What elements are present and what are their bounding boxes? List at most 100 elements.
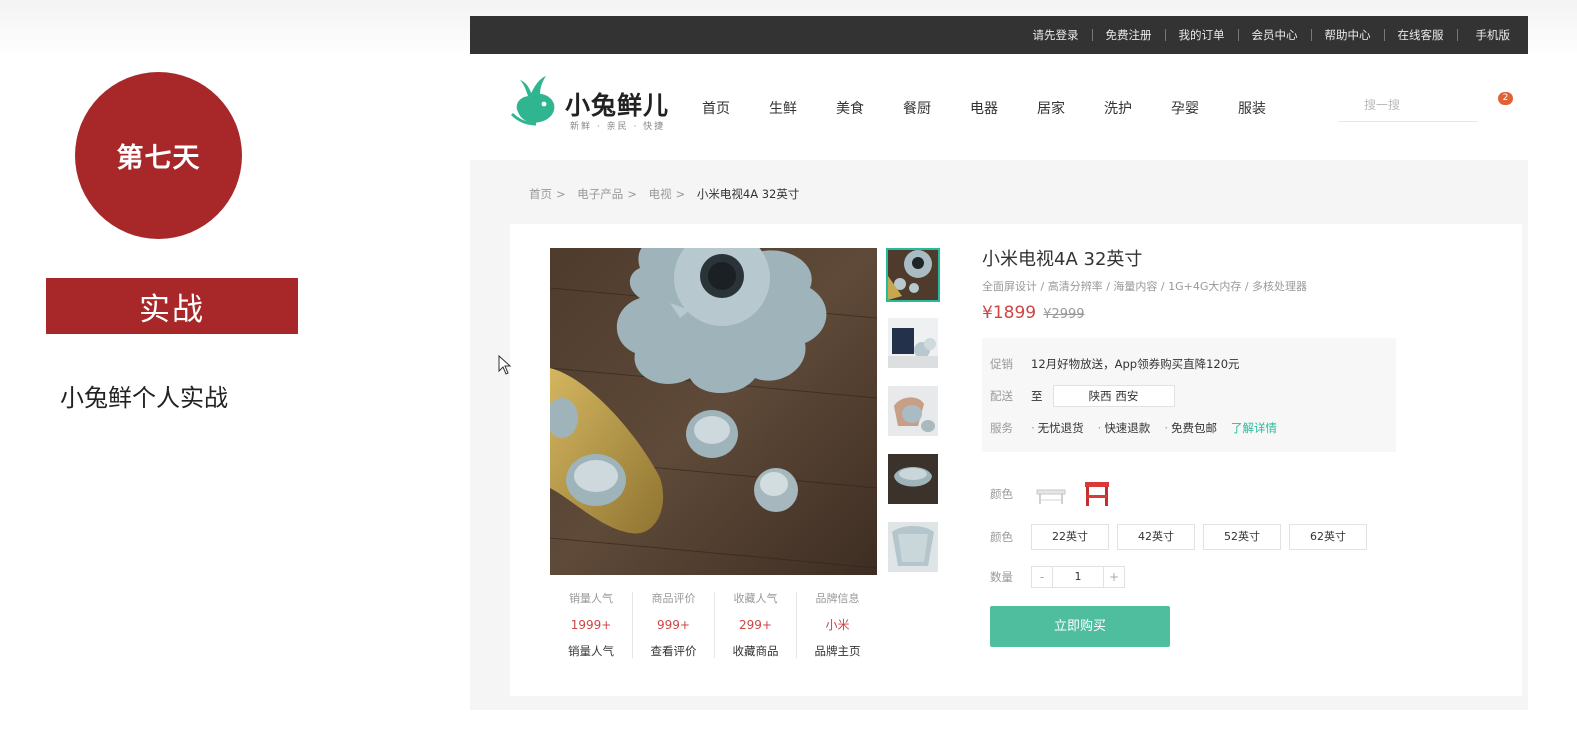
stat-label: 商品评价 [651, 592, 696, 605]
stat-favorites: 收藏人气 299+ 收藏商品 [714, 592, 796, 658]
quantity-input[interactable]: 1 [1053, 566, 1103, 588]
main-product-image [550, 248, 877, 575]
product-page: 请先登录 免费注册 我的订单 会员中心 帮助中心 在线客服 手机版 小兔鲜儿 新… [470, 16, 1528, 710]
buy-now-button[interactable]: 立即购买 [990, 606, 1170, 647]
service-label: 服务 [990, 421, 1013, 435]
stat-sales: 销量人气 1999+ 销量人气 [550, 592, 632, 658]
nav-item-food[interactable]: 美食 [836, 98, 903, 118]
nav-item-baby[interactable]: 孕婴 [1171, 98, 1238, 118]
nav-item-home[interactable]: 首页 [702, 98, 769, 118]
mouse-cursor-icon [498, 355, 512, 375]
quantity-plus-button[interactable]: + [1103, 566, 1125, 588]
region-select[interactable]: 陕西 西安 [1052, 385, 1175, 407]
register-link[interactable]: 免费注册 [1093, 29, 1166, 41]
section-banner: 实战 [46, 278, 298, 334]
help-center-link[interactable]: 帮助中心 [1312, 29, 1385, 41]
quantity-label: 数量 [990, 570, 1013, 584]
stat-value: 999+ [657, 618, 690, 632]
stat-link[interactable]: 销量人气 [550, 644, 632, 658]
delivery-to: 至 [1031, 389, 1043, 403]
search-input[interactable] [1364, 98, 1474, 112]
size-option[interactable]: 42英寸 [1117, 524, 1195, 550]
breadcrumb-electronics[interactable]: 电子产品 [577, 187, 623, 201]
thumbnail-2[interactable] [886, 316, 940, 370]
site-header: 小兔鲜儿 新鲜 · 亲民 · 快捷 首页 生鲜 美食 餐厨 电器 居家 洗护 孕… [470, 54, 1528, 160]
breadcrumb-separator: > [675, 187, 686, 201]
member-center-link[interactable]: 会员中心 [1239, 29, 1312, 41]
goods-stats: 销量人气 1999+ 销量人气 商品评价 999+ 查看评价 收藏人气 299+… [550, 592, 878, 658]
nav-item-appliance[interactable]: 电器 [970, 98, 1037, 118]
color-spec-row: 颜色 [982, 474, 1482, 514]
size-option[interactable]: 22英寸 [1031, 524, 1109, 550]
thumbnail-4[interactable] [886, 452, 940, 506]
login-link[interactable]: 请先登录 [1020, 29, 1093, 41]
goods-info: 小米电视4A 32英寸 全面屏设计 / 高清分辨率 / 海量内容 / 1G+4G… [982, 248, 1482, 647]
goods-panel: 销量人气 1999+ 销量人气 商品评价 999+ 查看评价 收藏人气 299+… [510, 224, 1522, 696]
service-row: 服务 无忧退货 快速退款 免费包邮 了解详情 [990, 412, 1396, 444]
size-spec-row: 颜色 22英寸 42英寸 52英寸 62英寸 [982, 524, 1482, 550]
service-details-link[interactable]: 了解详情 [1231, 420, 1277, 436]
service-item: 无忧退货 [1031, 420, 1084, 436]
red-shelf-swatch [1085, 482, 1109, 506]
quantity-row: 数量 - 1 + [982, 566, 1482, 588]
stat-brand: 品牌信息 小米 品牌主页 [796, 592, 878, 658]
main-nav: 首页 生鲜 美食 餐厨 电器 居家 洗护 孕婴 服装 [702, 98, 1305, 118]
quantity-stepper: - 1 + [1031, 566, 1125, 588]
color-label: 颜色 [990, 487, 1013, 501]
breadcrumb-separator: > [556, 187, 566, 201]
original-price: ¥2999 [1043, 307, 1085, 322]
stat-link[interactable]: 查看评价 [633, 644, 714, 658]
thumbnail-1[interactable] [886, 248, 940, 302]
thumbnail-list [886, 248, 940, 588]
online-service-link[interactable]: 在线客服 [1385, 29, 1458, 41]
slide-subtitle: 小兔鲜个人实战 [60, 384, 228, 412]
cart-count-badge: 2 [1498, 92, 1513, 105]
stat-label: 品牌信息 [815, 592, 860, 605]
promo-label: 促销 [990, 357, 1013, 371]
stat-reviews: 商品评价 999+ 查看评价 [632, 592, 714, 658]
current-price: ¥1899 [982, 303, 1037, 323]
size-option[interactable]: 52英寸 [1203, 524, 1281, 550]
site-logo[interactable]: 小兔鲜儿 新鲜 · 亲民 · 快捷 [510, 74, 680, 134]
breadcrumb-current: 小米电视4A 32英寸 [696, 187, 800, 201]
stat-link[interactable]: 品牌主页 [797, 644, 878, 658]
color-option-white[interactable] [1031, 474, 1071, 514]
nav-item-fresh[interactable]: 生鲜 [769, 98, 836, 118]
top-bar: 请先登录 免费注册 我的订单 会员中心 帮助中心 在线客服 手机版 [470, 16, 1528, 54]
logo-name: 小兔鲜儿 [565, 91, 670, 120]
goods-price: ¥1899 ¥2999 [982, 302, 1482, 326]
nav-item-kitchen[interactable]: 餐厨 [903, 98, 970, 118]
white-shelf-swatch [1036, 489, 1066, 504]
service-item: 快速退款 [1098, 420, 1150, 436]
search-box [1338, 96, 1478, 122]
thumbnail-3[interactable] [886, 384, 940, 438]
thumbnail-5[interactable] [886, 520, 940, 574]
search-icon[interactable] [1340, 100, 1354, 114]
stat-label: 销量人气 [569, 592, 613, 605]
color-option-red[interactable] [1077, 474, 1117, 514]
teaset-photo [550, 248, 877, 575]
breadcrumb: 首页 > 电子产品 > 电视 > 小米电视4A 32英寸 [529, 186, 803, 202]
breadcrumb-separator: > [627, 187, 637, 201]
service-item: 免费包邮 [1164, 420, 1217, 436]
nav-item-care[interactable]: 洗护 [1104, 98, 1171, 118]
nav-item-clothing[interactable]: 服装 [1238, 98, 1305, 118]
size-option[interactable]: 62英寸 [1289, 524, 1367, 550]
stat-label: 收藏人气 [733, 592, 778, 605]
breadcrumb-tv[interactable]: 电视 [649, 187, 672, 201]
breadcrumb-home[interactable]: 首页 [529, 187, 552, 201]
day-badge: 第七天 [75, 72, 242, 239]
size-label: 颜色 [990, 530, 1013, 544]
goods-name: 小米电视4A 32英寸 [982, 249, 1143, 270]
delivery-row: 配送 至 陕西 西安 [990, 380, 1396, 412]
my-orders-link[interactable]: 我的订单 [1166, 29, 1239, 41]
promo-text: 12月好物放送，App领券购买直降120元 [1031, 357, 1240, 371]
stat-value: 小米 [825, 618, 850, 632]
goods-desc: 全面屏设计 / 高清分辨率 / 海量内容 / 1G+4G大内存 / 多核处理器 [982, 280, 1308, 293]
quantity-minus-button[interactable]: - [1031, 566, 1053, 588]
mobile-version-link[interactable]: 手机版 [1458, 29, 1511, 41]
stat-value: 299+ [739, 618, 772, 632]
stat-link[interactable]: 收藏商品 [715, 644, 796, 658]
nav-item-home-living[interactable]: 居家 [1037, 98, 1104, 118]
rabbit-logo-icon [510, 76, 555, 126]
